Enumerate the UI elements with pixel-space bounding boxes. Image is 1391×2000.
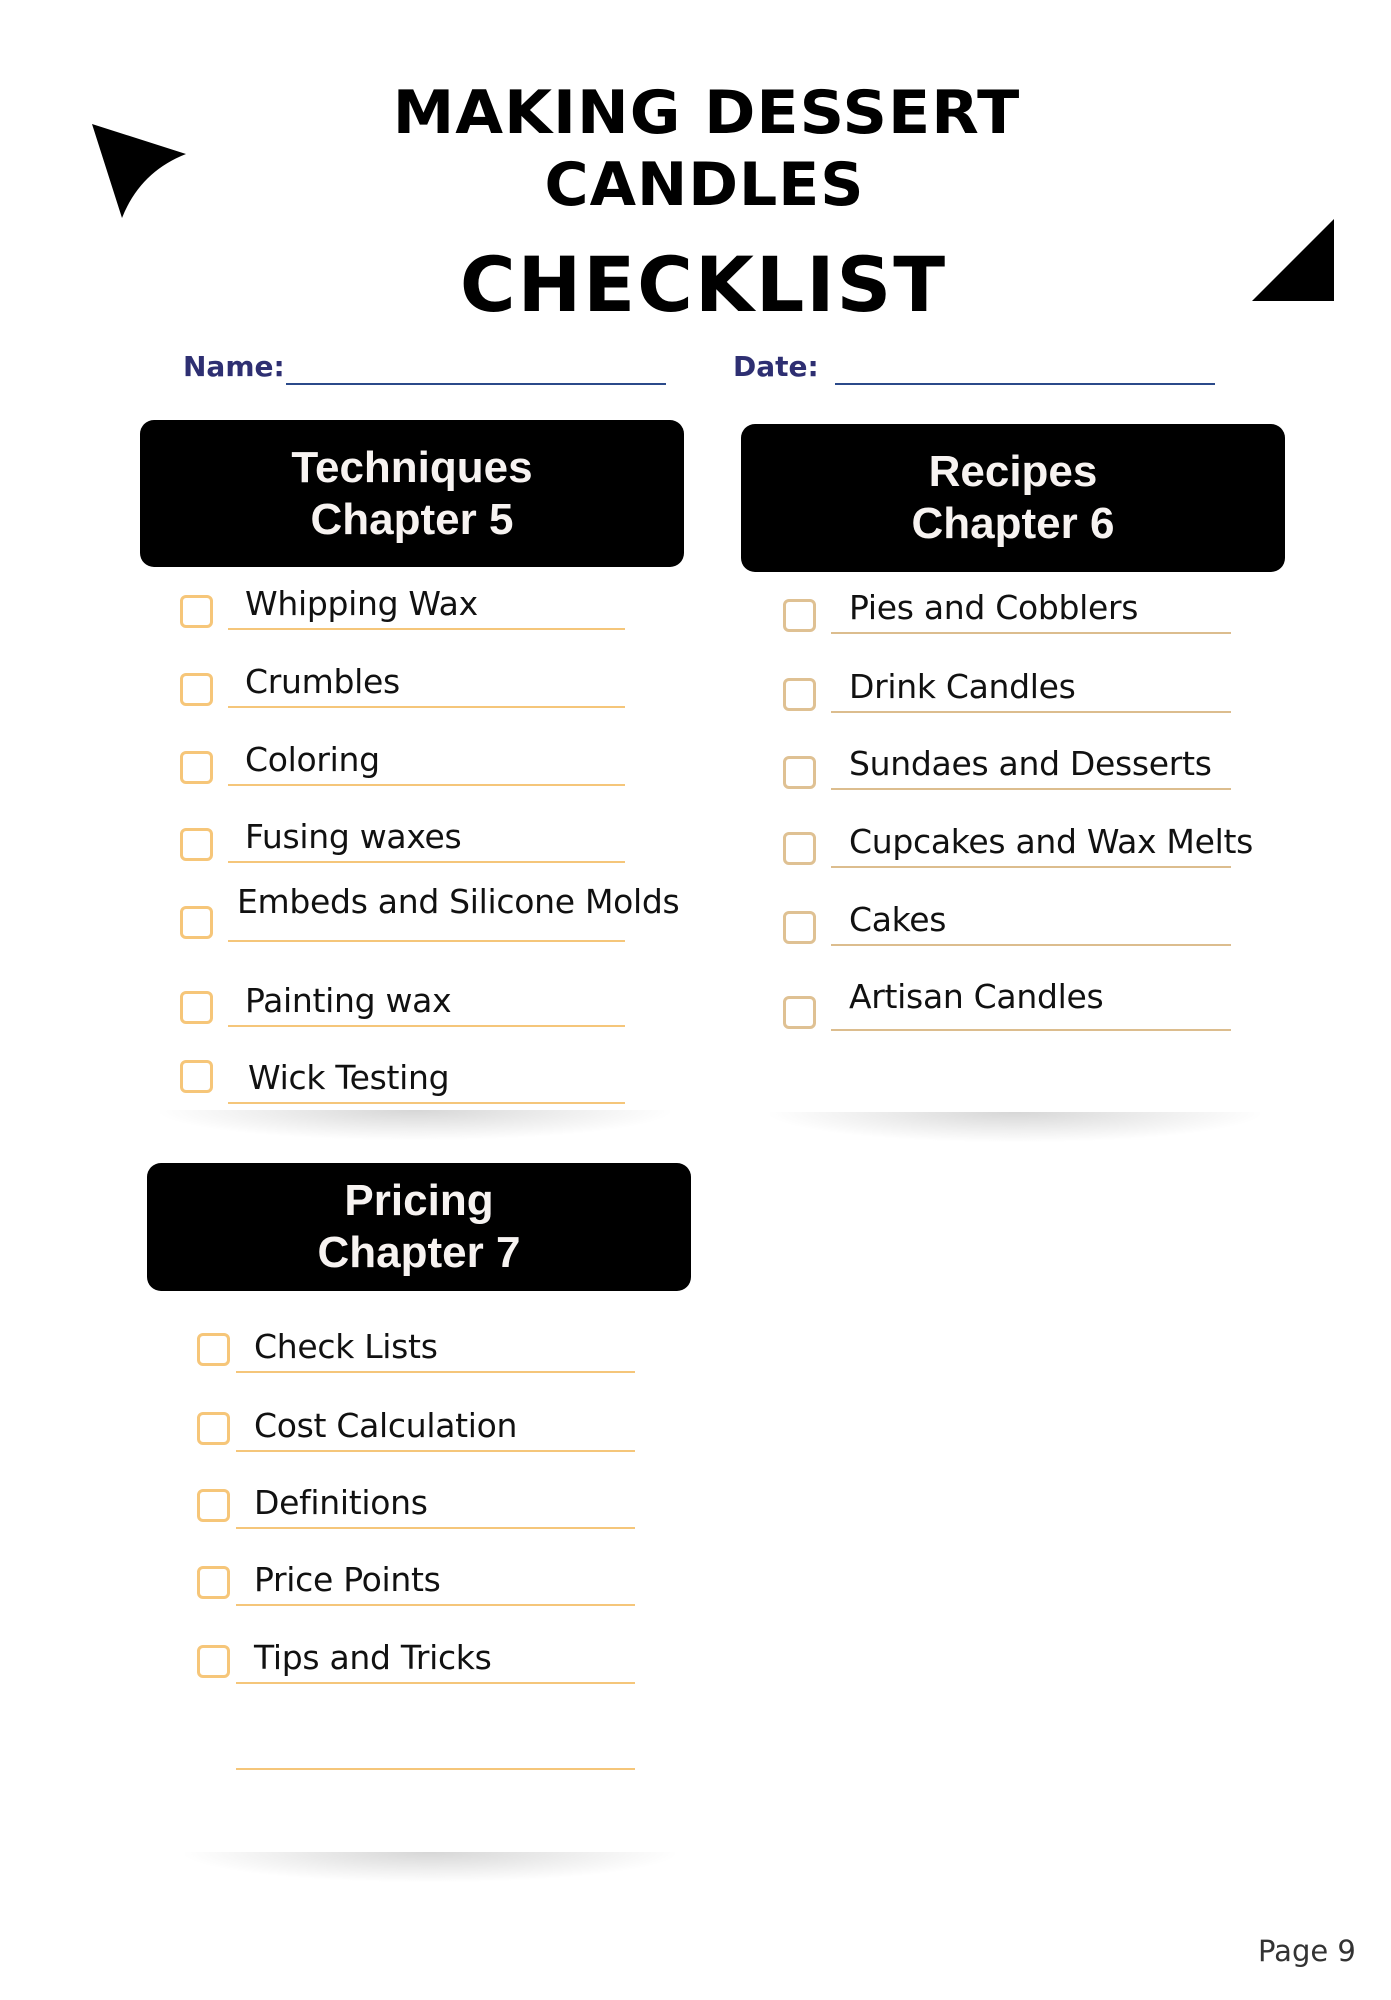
title-checklist: CHECKLIST (459, 240, 948, 329)
item-underline (236, 1371, 635, 1373)
name-field[interactable] (286, 383, 666, 385)
item-label: Pies and Cobblers (849, 588, 1139, 627)
item-underline (236, 1682, 635, 1684)
item-label: Cakes (849, 900, 947, 939)
item-underline (831, 711, 1231, 713)
item-underline (831, 1029, 1231, 1031)
item-underline (228, 628, 625, 630)
checkbox[interactable] (180, 595, 213, 628)
section-title: Pricing (344, 1176, 494, 1225)
item-label: Whipping Wax (245, 584, 478, 623)
checkbox[interactable] (180, 906, 213, 939)
item-underline (831, 944, 1231, 946)
checkbox[interactable] (180, 673, 213, 706)
item-label: Cost Calculation (254, 1406, 518, 1445)
section-chapter: Chapter 5 (310, 494, 514, 544)
card-shadow (770, 1112, 1260, 1142)
item-underline (228, 706, 625, 708)
item-underline (228, 861, 625, 863)
checkbox[interactable] (783, 599, 816, 632)
recipes-header: Recipes Chapter 6 (741, 424, 1285, 572)
checkbox[interactable] (197, 1645, 230, 1678)
item-underline (831, 632, 1231, 634)
item-underline (236, 1450, 635, 1452)
item-label: Artisan Candles (849, 977, 1104, 1016)
checkbox[interactable] (783, 911, 816, 944)
item-label: Tips and Tricks (254, 1638, 492, 1677)
item-underline (228, 1102, 625, 1104)
item-label: Crumbles (245, 662, 400, 701)
name-label: Name: (183, 350, 285, 383)
checkbox[interactable] (180, 991, 213, 1024)
checkbox[interactable] (197, 1333, 230, 1366)
item-label: Definitions (254, 1483, 428, 1522)
checkbox[interactable] (180, 828, 213, 861)
title-line-2: CANDLES (544, 150, 865, 220)
item-underline (831, 866, 1231, 868)
item-label: Embeds and Silicone Molds (237, 882, 680, 921)
date-label: Date: (733, 350, 819, 383)
item-label: Drink Candles (849, 667, 1076, 706)
checkbox[interactable] (783, 678, 816, 711)
item-label: Coloring (245, 740, 380, 779)
item-label: Check Lists (254, 1327, 438, 1366)
checkbox[interactable] (197, 1566, 230, 1599)
checkbox[interactable] (783, 756, 816, 789)
checkbox[interactable] (180, 1060, 213, 1093)
section-title: Recipes (928, 447, 1098, 496)
item-label: Painting wax (245, 981, 452, 1020)
checkbox[interactable] (197, 1489, 230, 1522)
pricing-header: Pricing Chapter 7 (147, 1163, 691, 1291)
item-label: Price Points (254, 1560, 441, 1599)
date-field[interactable] (835, 383, 1215, 385)
item-underline (228, 784, 625, 786)
techniques-header: Techniques Chapter 5 (140, 420, 684, 567)
card-shadow (185, 1852, 675, 1882)
checkbox[interactable] (783, 996, 816, 1029)
item-underline (236, 1768, 635, 1770)
item-label: Cupcakes and Wax Melts (849, 822, 1253, 861)
section-chapter: Chapter 7 (317, 1228, 521, 1277)
item-underline (831, 788, 1231, 790)
section-chapter: Chapter 6 (911, 499, 1115, 548)
card-shadow (160, 1110, 670, 1140)
item-label: Wick Testing (248, 1058, 450, 1097)
item-label: Sundaes and Desserts (849, 744, 1212, 783)
checkbox[interactable] (783, 832, 816, 865)
item-underline (236, 1604, 635, 1606)
item-underline (236, 1527, 635, 1529)
checkbox[interactable] (197, 1412, 230, 1445)
title-line-1: MAKING DESSERT (392, 78, 1021, 148)
checkbox[interactable] (180, 751, 213, 784)
item-underline (228, 940, 625, 942)
item-underline (228, 1025, 625, 1027)
item-label: Fusing waxes (245, 817, 462, 856)
page-number: Page 9 (1258, 1934, 1356, 1968)
section-title: Techniques (291, 442, 533, 492)
